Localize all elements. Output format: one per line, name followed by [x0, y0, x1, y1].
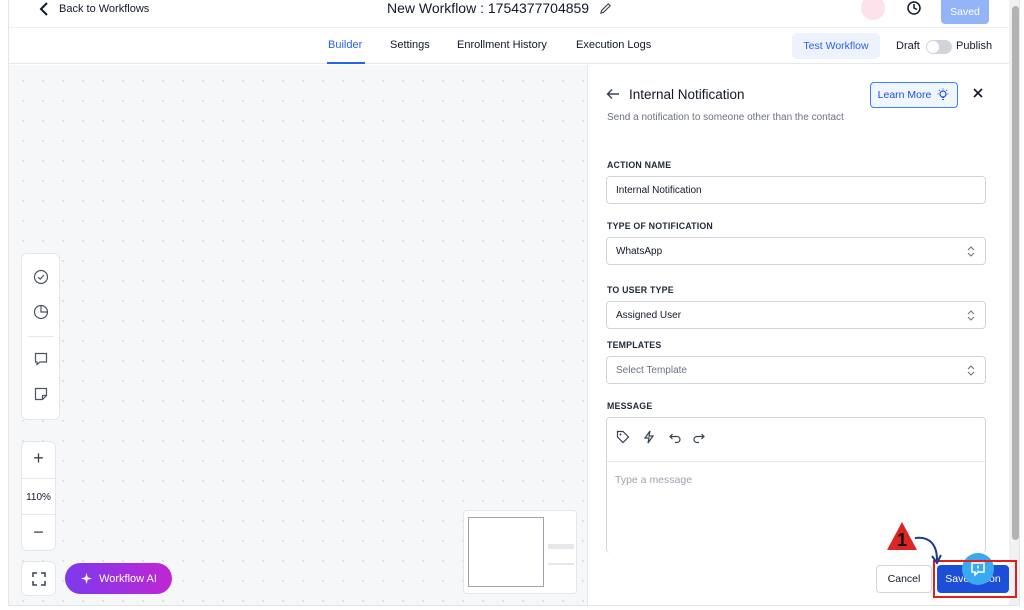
chevron-up-down-icon [967, 246, 975, 257]
user-type-value: Assigned User [616, 309, 682, 321]
chevron-left-icon [39, 2, 48, 16]
back-to-workflows-link[interactable]: Back to Workflows [39, 2, 149, 16]
undo-icon[interactable] [668, 430, 682, 444]
tab-settings[interactable]: Settings [390, 39, 430, 51]
tab-enrollment-history[interactable]: Enrollment History [457, 39, 547, 51]
tag-icon[interactable] [616, 430, 630, 444]
notification-type-select[interactable]: WhatsApp [606, 237, 986, 265]
templates-label: TEMPLATES [607, 340, 662, 350]
zoom-controls: + 110% − [21, 441, 56, 551]
zoom-divider [22, 514, 55, 515]
templates-placeholder: Select Template [616, 364, 687, 376]
minimap-viewport[interactable] [468, 517, 544, 587]
back-label: Back to Workflows [59, 3, 150, 15]
avatar[interactable] [861, 0, 885, 20]
saved-button[interactable]: Saved [941, 0, 989, 24]
workflow-title: New Workflow : 1754377704859 [387, 0, 612, 16]
chevron-up-down-icon [967, 310, 975, 321]
user-type-label: TO USER TYPE [607, 285, 674, 295]
arrow-left-icon[interactable] [606, 87, 620, 101]
message-toolbar [607, 418, 985, 462]
history-icon[interactable] [906, 0, 922, 16]
message-label: MESSAGE [607, 401, 653, 411]
comment-icon[interactable] [33, 351, 49, 367]
step-number: 1 [897, 530, 907, 550]
workflow-ai-button[interactable]: Workflow AI [65, 563, 172, 594]
tab-builder[interactable]: Builder [328, 39, 362, 51]
panel-title: Internal Notification [629, 87, 745, 102]
zoom-level: 110% [26, 492, 51, 503]
notification-type-label: TYPE OF NOTIFICATION [607, 221, 713, 231]
zoom-out-button[interactable]: − [22, 522, 55, 543]
minimap-node [548, 563, 574, 565]
highlight-box [933, 560, 1017, 598]
check-circle-icon[interactable] [33, 269, 49, 285]
minimap[interactable] [463, 510, 577, 594]
expand-icon [31, 571, 46, 586]
active-tab-indicator [327, 62, 365, 64]
sparkle-icon [80, 572, 93, 585]
learn-more-label: Learn More [877, 89, 932, 101]
cancel-button[interactable]: Cancel [876, 565, 932, 593]
top-bar: Back to Workflows New Workflow : 1754377… [9, 0, 1019, 28]
canvas-tool-group [21, 253, 60, 420]
test-workflow-button[interactable]: Test Workflow [792, 33, 880, 59]
action-settings-panel: Internal Notification Send a notificatio… [587, 65, 1009, 605]
action-name-input[interactable]: Internal Notification [606, 176, 986, 204]
minimap-node [548, 544, 574, 549]
app-window: Back to Workflows New Workflow : 1754377… [8, 0, 1020, 606]
chevron-up-down-icon [967, 365, 975, 376]
notification-type-value: WhatsApp [616, 245, 663, 257]
zoom-in-button[interactable]: + [22, 448, 55, 469]
tool-divider [28, 336, 54, 337]
draft-label: Draft [896, 40, 920, 52]
workflow-ai-label: Workflow AI [99, 572, 157, 585]
templates-select[interactable]: Select Template [606, 356, 986, 384]
panel-subtitle: Send a notification to someone other tha… [607, 112, 844, 123]
fit-view-button[interactable] [21, 561, 56, 596]
lightbulb-icon [937, 88, 949, 101]
pencil-icon[interactable] [599, 2, 612, 15]
publish-toggle[interactable] [926, 40, 952, 54]
step-badge: 1 [887, 522, 917, 550]
tab-execution-logs[interactable]: Execution Logs [576, 39, 651, 51]
learn-more-button[interactable]: Learn More [870, 82, 958, 108]
zoom-divider [22, 478, 55, 479]
sticky-note-icon[interactable] [33, 386, 49, 402]
pie-chart-icon[interactable] [33, 304, 49, 320]
tab-bar: Builder Settings Enrollment History Exec… [9, 29, 1019, 64]
redo-icon[interactable] [692, 430, 706, 444]
workflow-canvas[interactable]: + 110% − Workflow AI [9, 65, 587, 605]
close-icon[interactable] [972, 87, 984, 99]
workflow-title-text: New Workflow : 1754377704859 [387, 0, 590, 16]
action-name-label: ACTION NAME [607, 160, 672, 170]
scrollbar-thumb[interactable] [1012, 6, 1019, 540]
user-type-select[interactable]: Assigned User [606, 301, 986, 329]
publish-label: Publish [956, 40, 993, 52]
message-placeholder: Type a message [615, 474, 693, 486]
lightning-icon[interactable] [642, 430, 656, 444]
